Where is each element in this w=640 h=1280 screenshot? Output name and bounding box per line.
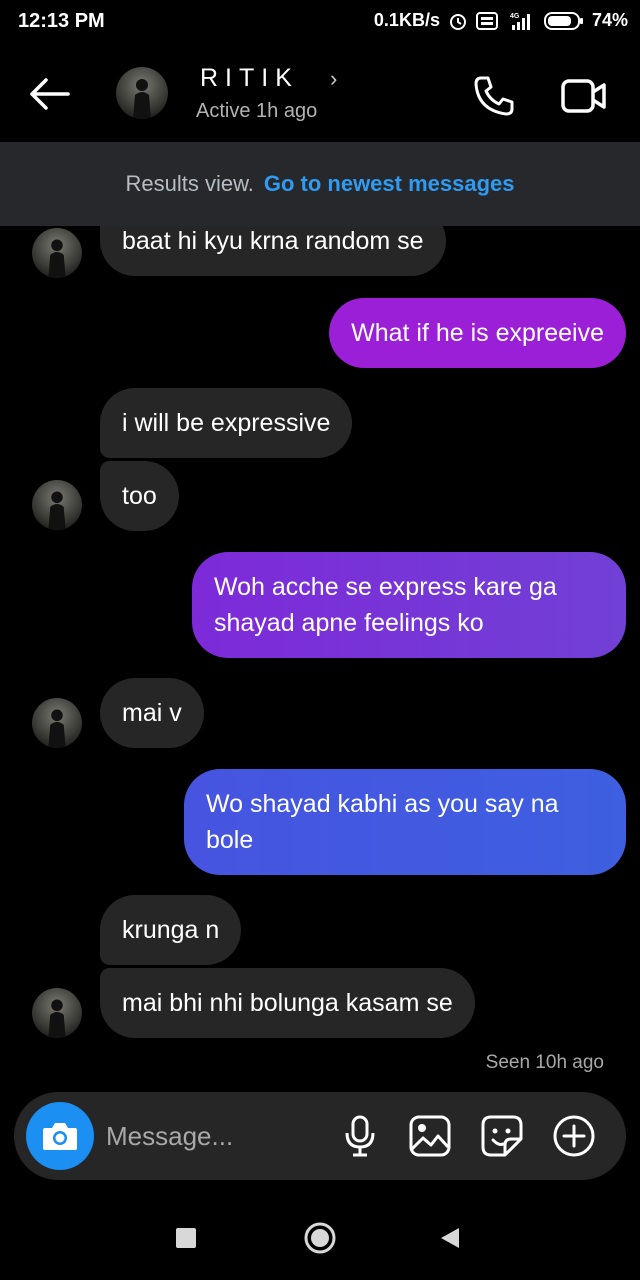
results-view-label: Results view.	[125, 171, 254, 196]
sender-avatar[interactable]	[32, 698, 82, 748]
status-indicators: 0.1KB/s 4G 74%	[374, 10, 628, 31]
plus-icon	[553, 1115, 595, 1157]
status-bar: 12:13 PM 0.1KB/s 4G 74%	[0, 0, 640, 44]
results-banner: Results view. Go to newest messages	[0, 142, 640, 226]
outgoing-message[interactable]: Wo shayad kabhi as you say na bole	[184, 769, 626, 875]
outgoing-message[interactable]: Woh acche se express kare ga shayad apne…	[192, 552, 626, 658]
incoming-message[interactable]: mai v	[100, 678, 204, 748]
incoming-message[interactable]: mai bhi nhi bolunga kasam se	[100, 968, 475, 1038]
back-button[interactable]	[26, 74, 72, 114]
message-thread[interactable]: baat hi kyu krna random se What if he is…	[0, 226, 640, 1086]
battery-icon	[543, 11, 584, 31]
audio-call-button[interactable]	[472, 74, 516, 118]
chevron-right-icon[interactable]: ›	[330, 66, 337, 92]
outgoing-message[interactable]: What if he is expreeive	[329, 298, 626, 368]
network-speed: 0.1KB/s	[373, 10, 440, 30]
gallery-button[interactable]	[406, 1112, 454, 1160]
newest-messages-link[interactable]: Go to newest messages	[264, 171, 515, 197]
svg-text:4G: 4G	[510, 13, 520, 20]
sender-avatar[interactable]	[32, 228, 82, 278]
incoming-message[interactable]: baat hi kyu krna random se	[100, 226, 446, 276]
voice-message-button[interactable]	[336, 1112, 384, 1160]
camera-button[interactable]	[26, 1102, 94, 1170]
back-arrow-icon	[30, 78, 70, 110]
contact-name[interactable]: RITIK	[200, 64, 299, 93]
system-back-button[interactable]	[430, 1218, 470, 1258]
active-status: Active 1h ago	[196, 100, 318, 122]
gallery-icon	[409, 1115, 451, 1157]
camera-icon	[43, 1123, 77, 1150]
message-input[interactable]	[106, 1114, 326, 1158]
video-call-button[interactable]	[560, 74, 608, 118]
recents-square-icon	[176, 1228, 196, 1248]
sticker-icon	[481, 1115, 523, 1157]
recents-button[interactable]	[166, 1218, 206, 1258]
incoming-message[interactable]: krunga n	[100, 895, 242, 965]
phone-icon	[474, 76, 514, 116]
battery-level: 74%	[591, 10, 628, 30]
home-button[interactable]	[298, 1216, 342, 1260]
alarm-icon	[448, 11, 468, 31]
contact-avatar[interactable]	[116, 67, 168, 119]
incoming-message[interactable]: i will be expressive	[100, 388, 353, 458]
seen-receipt: Seen 10h ago	[485, 1052, 604, 1073]
sticker-button[interactable]	[478, 1112, 526, 1160]
back-triangle-icon	[441, 1228, 459, 1248]
more-options-button[interactable]	[550, 1112, 598, 1160]
video-camera-icon	[561, 79, 606, 113]
message-composer	[14, 1092, 626, 1180]
sender-avatar[interactable]	[32, 480, 82, 530]
sender-avatar[interactable]	[32, 988, 82, 1038]
chat-header: RITIK › Active 1h ago	[0, 44, 640, 142]
incoming-message[interactable]: too	[100, 461, 179, 531]
volte-icon	[475, 11, 498, 31]
status-time: 12:13 PM	[18, 10, 105, 32]
system-navbar	[0, 1196, 640, 1280]
home-circle-icon	[304, 1222, 336, 1254]
signal-icon: 4G	[506, 11, 536, 31]
microphone-icon	[345, 1115, 375, 1157]
